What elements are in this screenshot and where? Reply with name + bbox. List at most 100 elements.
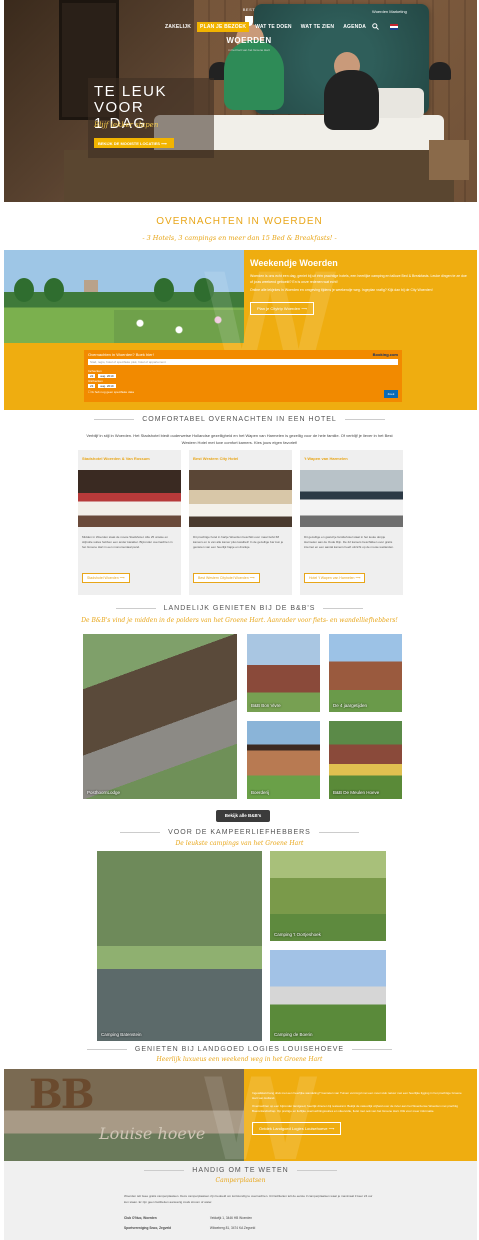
house-shape (84, 280, 98, 292)
louise-sign: Louise hoeve (99, 1124, 206, 1143)
hero-lamp-right (429, 62, 451, 80)
logo-line1: BEST (242, 7, 256, 12)
arrow-right-icon: ⟶ (161, 141, 167, 146)
bnb-tile-label: PosthoornLodge (87, 790, 121, 795)
booking-search-input[interactable]: Stad, regio, hotel of specifieke plek, h… (88, 359, 398, 365)
bnb-tile[interactable]: Boerderij (247, 721, 320, 799)
tree-shape (154, 278, 174, 302)
citytrip-button-label: Plan je Citytrip Woerden (257, 305, 301, 311)
no-dates-checkbox[interactable]: ☐ Ik heb nog geen specifieke data (88, 390, 134, 394)
bnb-tile[interactable]: PosthoornLodge (83, 634, 237, 799)
camping-subtitle: De leukste campings van het Groene Hart (175, 840, 304, 847)
bnb-tile-label: B&B Bon Vivre (251, 703, 281, 708)
handig-subtitle: Camperplaatsen (215, 1177, 266, 1184)
bnb-tile-label: De 4 jaargetijden (333, 703, 368, 708)
nl-flag-icon[interactable] (390, 24, 399, 30)
camping-tile-label: Camping de Boerin (274, 1032, 313, 1037)
hotel-card-button-label: Best Western Cityhotel Woerden (198, 576, 249, 580)
booking-search-button[interactable]: Zoek (384, 390, 398, 398)
hotel-card[interactable]: Best Western City Hotel Dit prachtige ho… (189, 450, 292, 595)
camper-address: Wilweberg 81, 3474 KA Zegveld (209, 1226, 256, 1230)
hotel-card-title: 't Wapen van Harmelen (304, 456, 348, 461)
camping-tile[interactable]: Camping Batenstein (97, 851, 262, 1041)
weekend-text: Weekendje Woerden Woerden is ons echt ee… (250, 258, 470, 315)
hero-script: Blijf lekker slapen (94, 121, 159, 129)
bnb-tile[interactable]: De 4 jaargetijden (329, 634, 402, 712)
nav-item-plan-je-bezoek[interactable]: PLAN JE BEZOEK (197, 22, 250, 32)
hotel-card-title: Stadshotel Woerden & Van Rossum (82, 456, 150, 461)
nav-item-zakelijk[interactable]: ZAKELIJK (162, 22, 194, 32)
booking-title: Overnachten in Woerden? Boek hier! (88, 352, 154, 357)
louise-paragraph-2: Overnachten op een bijzonder landgoed, h… (252, 1104, 459, 1113)
checkin-day-select[interactable]: 22 (88, 374, 96, 378)
main-nav: ZAKELIJK PLAN JE BEZOEK WAT TE DOEN WAT … (162, 22, 399, 32)
hotel-card-button[interactable]: Hotel 't Wapen van Harmelen ⟶ (304, 573, 366, 583)
bnb-tile-label: Boerderij (251, 790, 270, 795)
hotel-card-image (189, 470, 292, 527)
camping-tile-label: Camping 't Oortjeshoek (274, 932, 321, 937)
checkout-month-select[interactable]: aug. 2019 (98, 384, 116, 388)
nav-item-wat-te-zien[interactable]: WAT TE ZIEN (298, 22, 338, 32)
handig-text: Woerden telt twee gratis camperplaatsen.… (124, 1194, 373, 1204)
hero-person2 (324, 70, 379, 130)
arrow-right-icon: ⟶ (301, 305, 307, 311)
hotels-intro: Verblijf in stijl in Woerden. Het Stadsh… (86, 433, 393, 445)
checkout-day-select[interactable]: 23 (88, 384, 96, 388)
hotel-card-button-label: Stadshotel Woerden (87, 576, 119, 580)
no-dates-label: Ik heb nog geen specifieke data (91, 390, 134, 394)
camping-tile[interactable]: Camping de Boerin (270, 950, 386, 1041)
louise-text: Ingewikkeld lang druk met een heerlijke … (252, 1091, 468, 1135)
checkin-month-select[interactable]: aug. 2019 (98, 374, 116, 378)
tree-shape (44, 278, 64, 302)
camper-row: Club O'Nuo, Woerden Veldwijk 1, 3446 HB … (124, 1216, 252, 1220)
hotel-card-button[interactable]: Best Western Cityhotel Woerden ⟶ (193, 573, 260, 583)
all-bnb-button[interactable]: Bekijk alle B&B's (216, 810, 270, 822)
bnb-subtitle: De B&B's vind je midden in de polders va… (81, 617, 398, 624)
arrow-right-icon: ⟶ (328, 1126, 335, 1131)
louise-paragraph-1: Ingewikkeld lang druk met een heerlijke … (252, 1091, 462, 1100)
hotel-card-image (78, 470, 181, 527)
camper-address: Veldwijk 1, 3446 HB Woerden (209, 1216, 253, 1220)
booking-brand: Booking.com (372, 352, 398, 357)
camper-row: Sportvereniging Snoo, Zegveld Wilweberg … (124, 1226, 255, 1230)
louise-button-label: Ontdek Landgoed Logies Louisehoeve (259, 1126, 328, 1131)
hero-textbox: TE LEUK VOOR 1 DAG Blijf lekker slapen B… (88, 78, 214, 158)
hotels-title: COMFORTABEL OVERNACHTEN IN EEN HOTEL (0, 416, 479, 423)
nav-item-agenda[interactable]: AGENDA (340, 22, 369, 32)
camper-name: Club O'Nuo, Woerden (124, 1216, 157, 1220)
hero-nightstand (429, 140, 469, 180)
hotel-card-button-label: Hotel 't Wapen van Harmelen (309, 576, 355, 580)
logo-line3: in het hart van het Groene Hart (228, 48, 270, 52)
weekend-paragraph-2: Online alle lekjekes in Woerden en omgev… (250, 288, 433, 292)
camping-tile[interactable]: Camping 't Oortjeshoek (270, 851, 386, 941)
hotel-card-image (300, 470, 403, 527)
logo-line2: WOERDEN (226, 36, 272, 45)
bnb-tile[interactable]: B&B Bon Vivre (247, 634, 320, 712)
hotel-card[interactable]: Stadshotel Woerden & Van Rossum Midden i… (78, 450, 181, 595)
booking-widget: Overnachten in Woerden? Boek hier! Booki… (84, 350, 402, 402)
hero-cta-label: BEKIJK DE MOOISTE LOCATIES (98, 141, 160, 146)
weekend-paragraph-1: Woerden is ons echt een dag, geniet bij … (250, 274, 467, 284)
hero-banner: BEST WOERDEN in het hart van het Groene … (4, 0, 477, 202)
handig-section: HANDIG OM TE WETEN Camperplaatsen Woerde… (4, 1161, 477, 1240)
louise-section: BB Louise hoeve W Ingewikkeld lang druk … (4, 1051, 477, 1185)
hotel-card[interactable]: 't Wapen van Harmelen Dit gezellige en g… (300, 450, 403, 595)
hotel-card-title: Best Western City Hotel (193, 456, 239, 461)
hero-cta-button[interactable]: BEKIJK DE MOOISTE LOCATIES ⟶ (94, 138, 174, 148)
checkout-row: 23 aug. 2019 (88, 384, 118, 389)
nav-item-wat-te-doen[interactable]: WAT TE DOEN (252, 22, 295, 32)
citytrip-button[interactable]: Plan je Citytrip Woerden ⟶ (250, 301, 314, 315)
camping-title: VOOR DE KAMPEERLIEFHEBBERS (0, 829, 479, 836)
bnb-title: LANDELIJK GENIETEN BIJ DE B&B'S (0, 605, 479, 612)
handig-title: HANDIG OM TE WETEN (4, 1167, 477, 1174)
hotel-card-button[interactable]: Stadshotel Woerden ⟶ (82, 573, 130, 583)
camper-name: Sportvereniging Snoo, Zegveld (124, 1226, 172, 1230)
bnb-tile[interactable]: B&B De Meulen Hoeve (329, 721, 402, 799)
search-icon[interactable] (372, 22, 379, 32)
top-link[interactable]: Woerden Marketing (372, 9, 407, 14)
tree-shape (14, 278, 34, 302)
hotel-card-desc: Dit gezellige en gastvrije familiehotel … (304, 535, 394, 549)
overnachten-title: OVERNACHTEN IN WOERDEN (156, 216, 323, 227)
bb-letters-sign: BB (29, 1071, 95, 1118)
louise-button[interactable]: Ontdek Landgoed Logies Louisehoeve ⟶ (252, 1122, 342, 1135)
